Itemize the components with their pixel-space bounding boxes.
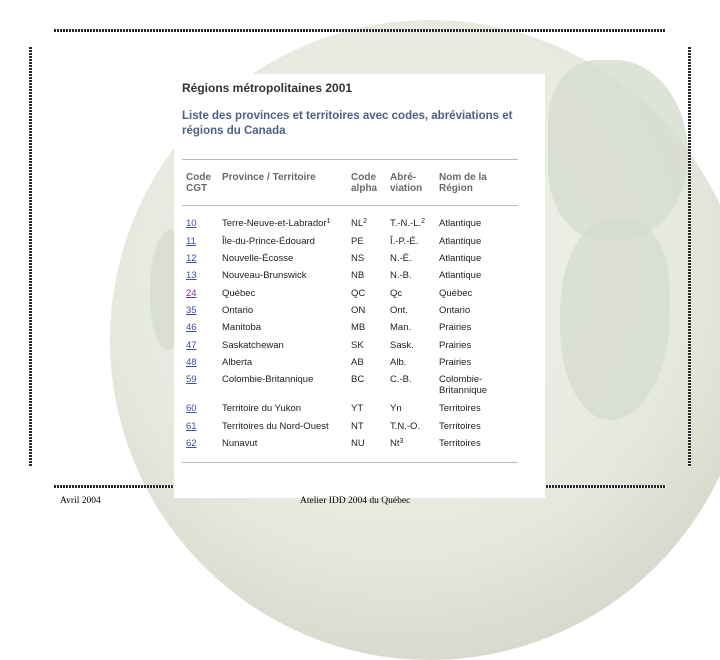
region-name: Prairies [439,340,472,351]
page-title: Régions métropolitaines 2001 [182,81,353,95]
code-alpha: BC [351,374,365,385]
abbreviation: N.-B. [390,270,412,281]
left-dotted-rule [29,47,32,467]
region-name: Prairies [439,322,472,333]
abbreviation: Nt3 [390,438,404,449]
province-name: Colombie-Britannique [222,374,314,385]
header-province: Province / Territoire [222,172,316,183]
region-name: Atlantique [439,236,482,247]
code-cgt-link[interactable]: 62 [186,438,197,449]
abbreviation: T.-N.-L.2 [390,218,426,229]
province-name: Québec [222,288,256,299]
header-code-cgt: Code CGT [186,172,211,194]
right-dotted-rule [688,47,691,467]
abbreviation: N.-É. [390,253,412,264]
province-name: Nunavut [222,438,258,449]
region-name: Territoires [439,438,481,449]
abbreviation: T.N.-O. [390,421,421,432]
province-name: Nouveau-Brunswick [222,270,307,281]
footnote-marker: 2 [421,218,426,225]
code-alpha: AB [351,357,364,368]
code-cgt-link[interactable]: 10 [186,218,197,229]
province-name: Territoire du Yukon [222,403,302,414]
header-bottom-separator [182,205,518,206]
abbreviation: Yn [390,403,402,414]
code-alpha: PE [351,236,364,247]
abbreviation: Sask. [390,340,414,351]
province-name: Terre-Neuve-et-Labrador1 [222,218,331,229]
code-alpha: YT [351,403,364,414]
region-name: Atlantique [439,253,482,264]
code-alpha: NU [351,438,365,449]
code-cgt-link[interactable]: 35 [186,305,197,316]
code-alpha: QC [351,288,366,299]
code-cgt-link[interactable]: 61 [186,421,197,432]
abbreviation: Qc [390,288,403,299]
header-top-separator [182,159,518,160]
region-name: Atlantique [439,218,482,229]
top-dotted-rule [54,29,666,32]
region-name: Territoires [439,403,481,414]
code-alpha: NB [351,270,365,281]
region-name: Atlantique [439,270,482,281]
province-name: Alberta [222,357,253,368]
code-cgt-link[interactable]: 60 [186,403,197,414]
region-name: Prairies [439,357,472,368]
region-name: Ontario [439,305,471,316]
abbreviation: Man. [390,322,412,333]
code-cgt-link[interactable]: 11 [186,236,196,247]
province-name: Manitoba [222,322,262,333]
abbreviation: C.-B. [390,374,412,385]
code-cgt-link[interactable]: 24 [186,288,197,299]
province-name: Ontario [222,305,254,316]
footer-event: Atelier IDD 2004 du Québec [300,496,411,506]
abbreviation: Î.-P.-É. [390,236,419,247]
province-name: Nouvelle-Écosse [222,253,294,264]
code-alpha: NS [351,253,365,264]
footnote-marker: 2 [363,218,368,225]
code-alpha: NT [351,421,364,432]
code-alpha: NL2 [351,218,368,229]
code-alpha: MB [351,322,366,333]
region-name: Québec [439,288,473,299]
region-name: Colombie- Britannique [439,374,488,396]
abbreviation: Ont. [390,305,408,316]
page-subtitle: Liste des provinces et territoires avec … [182,110,513,137]
code-cgt-link[interactable]: 46 [186,322,197,333]
footnote-marker: 1 [326,218,331,225]
code-alpha: ON [351,305,366,316]
code-cgt-link[interactable]: 13 [186,270,197,281]
table-bottom-separator [182,462,518,463]
code-cgt-link[interactable]: 12 [186,253,197,264]
abbreviation: Alb. [390,357,407,368]
province-name: Saskatchewan [222,340,284,351]
africa-landmass [548,60,688,240]
province-name: Île-du-Prince-Édouard [222,236,315,247]
region-name: Territoires [439,421,481,432]
header-abreviation: Abré-viation [390,172,423,194]
header-region: Nom de la Région [439,172,487,194]
code-alpha: SK [351,340,364,351]
province-name: Territoires du Nord-Ouest [222,421,329,432]
code-cgt-link[interactable]: 59 [186,374,197,385]
header-code-alpha: Code alpha [351,172,378,194]
footer-date: Avril 2004 [60,496,101,506]
code-cgt-link[interactable]: 47 [186,340,197,351]
code-cgt-link[interactable]: 48 [186,357,197,368]
footnote-marker: 3 [399,438,404,445]
